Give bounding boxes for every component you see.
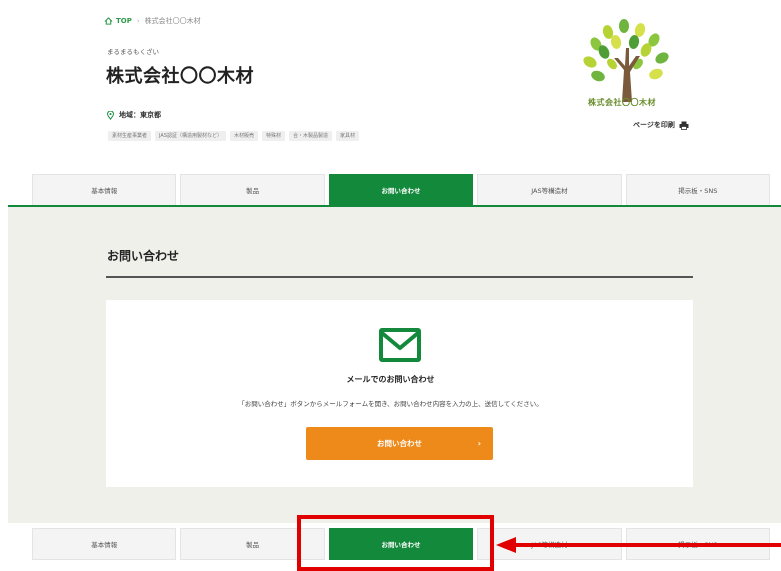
tab-bar-top: 基本情報 製品 お問い合わせ JAS等構造材 掲示板・SNS bbox=[32, 174, 771, 206]
tab-bar-bottom: 基本情報 製品 お問い合わせ JAS等構造材 掲示板・SNS bbox=[32, 528, 771, 560]
contact-button-label: お問い合わせ bbox=[377, 439, 422, 448]
tab-contact[interactable]: お問い合わせ bbox=[328, 174, 474, 206]
location-pin-icon bbox=[107, 110, 114, 120]
breadcrumb-home-label: TOP bbox=[116, 17, 132, 25]
mail-contact-title: メールでのお問い合わせ bbox=[346, 375, 435, 384]
breadcrumb: TOP › 株式会社〇〇木材 bbox=[104, 14, 201, 28]
tab-jas-structural-bottom[interactable]: JAS等構造材 bbox=[477, 528, 622, 560]
home-icon bbox=[104, 17, 113, 25]
breadcrumb-current: 株式会社〇〇木材 bbox=[144, 17, 201, 25]
tab-products[interactable]: 製品 bbox=[180, 174, 325, 206]
contact-button[interactable]: お問い合わせ › bbox=[306, 427, 493, 460]
print-label: ページを印刷 bbox=[633, 121, 675, 129]
company-furigana: まるまるもくざい bbox=[107, 48, 159, 56]
tag: 素材生産事業者 bbox=[108, 131, 152, 141]
breadcrumb-separator: › bbox=[136, 17, 140, 25]
tag-list: 素材生産事業者 JAS認証（構造用製材など） 木材販売 特殊材 合・木製品製造 … bbox=[108, 131, 360, 141]
tab-basic-info-bottom[interactable]: 基本情報 bbox=[32, 528, 177, 560]
tag: JAS認証（構造用製材など） bbox=[155, 131, 226, 141]
tab-jas-structural[interactable]: JAS等構造材 bbox=[477, 174, 622, 206]
tab-products-bottom[interactable]: 製品 bbox=[180, 528, 325, 560]
tab-board-sns-bottom[interactable]: 掲示板・SNS bbox=[625, 528, 771, 560]
tag: 特殊材 bbox=[262, 131, 286, 141]
tag: 家具材 bbox=[336, 131, 360, 141]
company-name: 株式会社〇〇木材 bbox=[106, 66, 254, 87]
mail-icon bbox=[379, 328, 421, 362]
section-divider bbox=[106, 276, 693, 278]
tag: 木材販売 bbox=[230, 131, 259, 141]
logo-text: 株式会社〇〇木材 bbox=[588, 98, 656, 107]
printer-icon bbox=[679, 121, 689, 130]
breadcrumb-home-link[interactable]: TOP bbox=[104, 17, 132, 25]
mail-contact-description: 「お問い合わせ」ボタンからメールフォームを開き、お問い合わせ内容を入力の上、送信… bbox=[238, 400, 543, 408]
region-label: 地域：東京都 bbox=[119, 111, 161, 119]
tab-board-sns[interactable]: 掲示板・SNS bbox=[625, 174, 771, 206]
tag: 合・木製品製造 bbox=[289, 131, 333, 141]
section-title: お問い合わせ bbox=[107, 249, 180, 263]
chevron-right-icon: › bbox=[477, 439, 481, 448]
region: 地域：東京都 bbox=[106, 110, 161, 120]
tab-basic-info[interactable]: 基本情報 bbox=[32, 174, 177, 206]
tab-contact-bottom[interactable]: お問い合わせ bbox=[328, 528, 474, 560]
print-button[interactable]: ページを印刷 bbox=[633, 120, 689, 130]
